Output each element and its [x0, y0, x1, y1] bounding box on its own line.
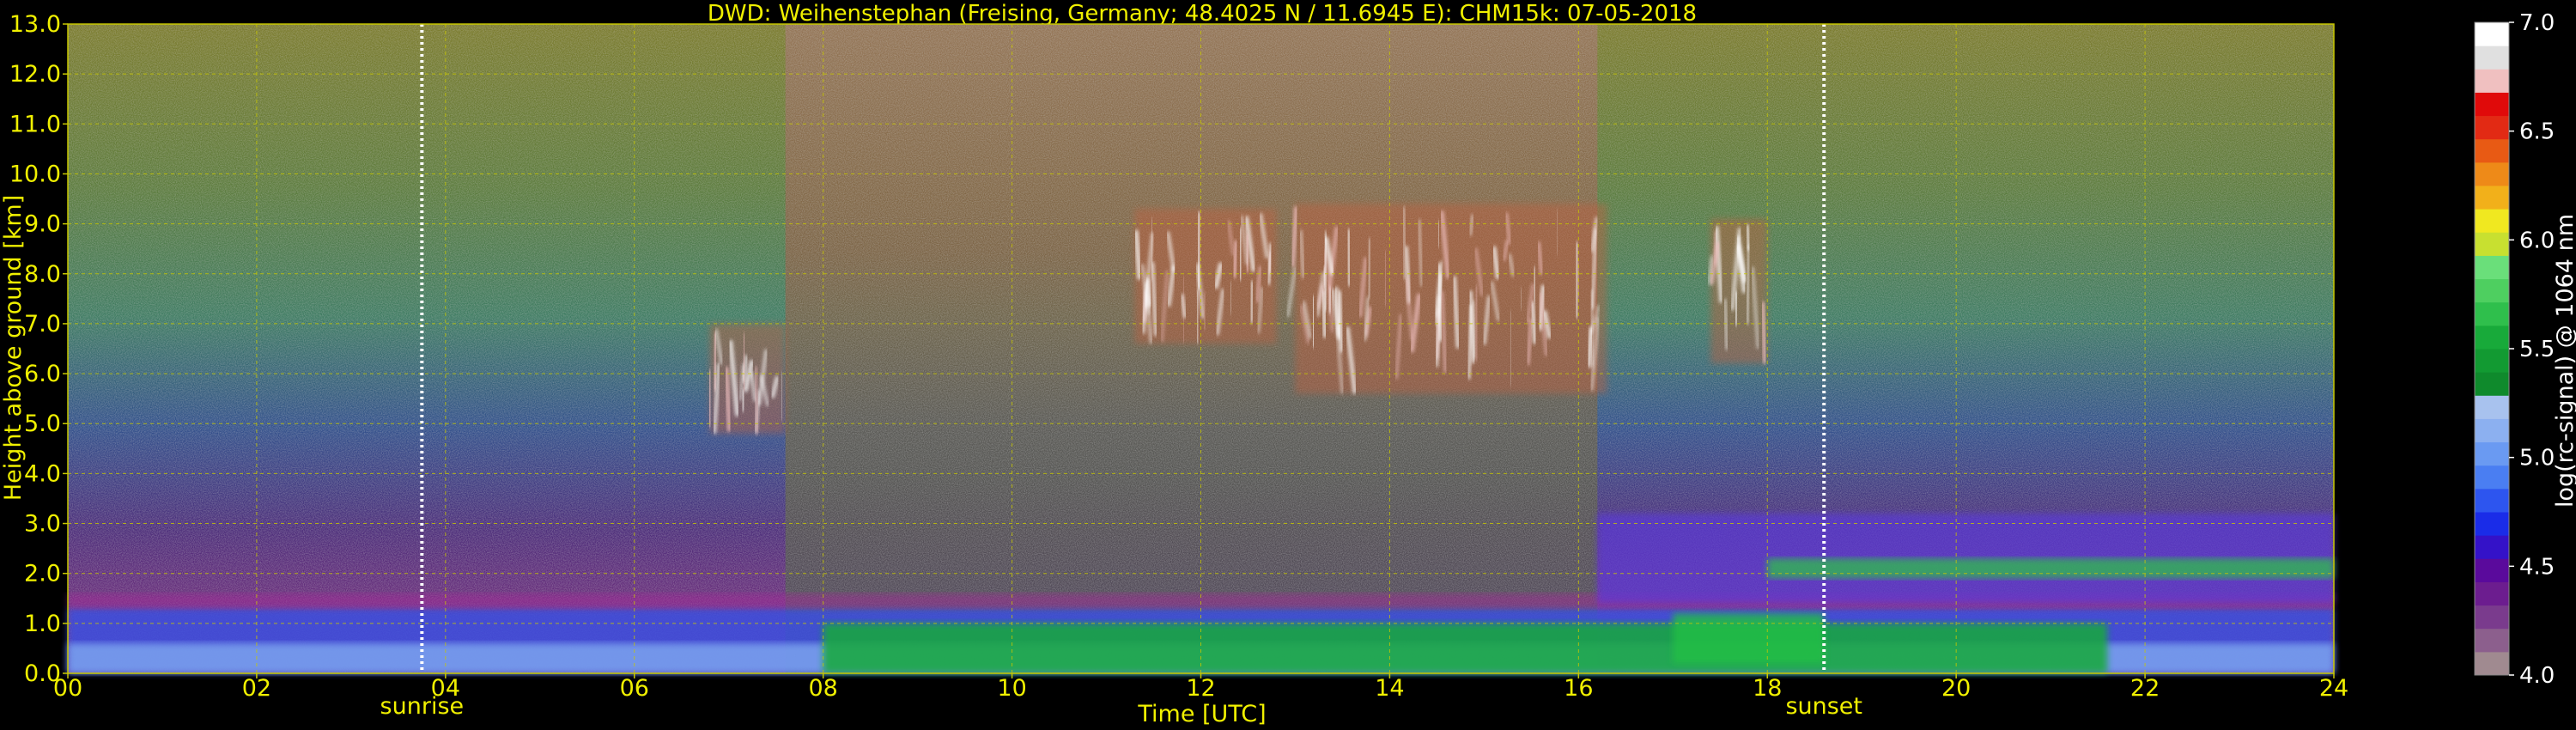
colorbar-segment: [2475, 325, 2509, 350]
x-tick-label: 06: [620, 675, 649, 702]
cloud-streak: [712, 332, 718, 391]
cloud-streak: [1323, 231, 1328, 312]
cloud: [707, 323, 786, 434]
x-tick-label: 08: [808, 675, 837, 702]
colorbar-ticks: 4.0 4.5 5.0 5.5 6.0 6.5 7.0: [2509, 10, 2555, 689]
y-tick-label: 0.0: [24, 660, 61, 687]
colorbar-segment: [2475, 441, 2509, 466]
colorbar-segment: [2475, 372, 2509, 396]
cloud-streak: [1231, 240, 1239, 278]
x-tick-label: 04: [431, 675, 460, 702]
colorbar-segment: [2475, 581, 2509, 606]
x-tick-label: 12: [1186, 675, 1215, 702]
colorbar-segment: [2475, 255, 2509, 280]
marker-label-sunset: sunset: [1785, 693, 1862, 720]
colorbar-segment: [2475, 115, 2509, 140]
colorbar-segment: [2475, 465, 2509, 490]
colorbar-segment: [2475, 651, 2509, 676]
cloud-streak: [1532, 266, 1537, 302]
y-tick-label: 11.0: [9, 111, 61, 137]
colorbar-segment: [2475, 349, 2509, 373]
ceilometer-figure: DWD: Weihenstephan (Freising, Germany; 4…: [0, 1, 2576, 727]
chart-title: DWD: Weihenstephan (Freising, Germany; 4…: [708, 1, 1697, 27]
colorbar-segment: [2475, 605, 2509, 630]
colorbar-segment: [2475, 161, 2509, 186]
boundary-layer-daytime-core: [823, 623, 2108, 673]
colorbar-segment: [2475, 69, 2509, 93]
y-tick-label: 8.0: [24, 261, 61, 288]
y-tick-label: 6.0: [24, 361, 61, 387]
colorbar-tick-label: 4.5: [2519, 554, 2555, 580]
y-tick-label: 5.0: [24, 411, 61, 437]
cloud-streak: [1249, 280, 1255, 324]
y-tick-label: 13.0: [9, 11, 61, 38]
x-tick-label: 22: [2130, 675, 2160, 702]
cloud-streak: [1196, 211, 1202, 289]
y-tick-label: 1.0: [24, 611, 61, 637]
colorbar-segment: [2475, 186, 2509, 210]
colorbar-tick-label: 5.5: [2519, 337, 2555, 362]
colorbar-segment: [2475, 558, 2509, 582]
cloud-streak: [707, 369, 713, 428]
cloud-streak: [740, 388, 746, 412]
y-tick-label: 3.0: [24, 511, 61, 538]
cloud-streak: [1474, 285, 1479, 362]
colorbar-tick-label: 6.0: [2519, 228, 2555, 253]
x-tick-label: 16: [1564, 675, 1593, 702]
y-axis-label: Height above ground [km]: [0, 195, 27, 501]
colorbar-label: log(rc-signal) @ 1064 nm: [2552, 214, 2576, 508]
colorbar-tick-label: 6.5: [2519, 119, 2555, 145]
colorbar-segment: [2475, 46, 2509, 70]
x-tick-label: 10: [997, 675, 1026, 702]
colorbar-segment: [2475, 488, 2509, 513]
cloud-streak: [1760, 301, 1768, 364]
x-tick-label: 18: [1753, 675, 1782, 702]
y-tick-label: 9.0: [24, 211, 61, 238]
colorbar: [2474, 21, 2510, 676]
cloud-halo: [1295, 204, 1607, 394]
cloud-streak: [1238, 228, 1243, 281]
cloud-streak: [1574, 241, 1580, 319]
cloud-streak: [1346, 228, 1352, 287]
elevated-layer-core: [1767, 558, 2334, 579]
colorbar-segment: [2475, 628, 2509, 653]
boundary-layer-evening-core: [1673, 613, 1825, 664]
x-tick-label: 14: [1375, 675, 1404, 702]
x-tick-label: 02: [242, 675, 271, 702]
cloud-streak: [1195, 289, 1200, 344]
colorbar-segment: [2475, 278, 2509, 303]
colorbar-segment: [2475, 209, 2509, 233]
colorbar-segment: [2475, 395, 2509, 419]
x-axis-label: Time [UTC]: [1137, 701, 1266, 727]
colorbar-segment: [2475, 418, 2509, 443]
cloud: [1707, 218, 1768, 364]
colorbar-tick-label: 7.0: [2519, 10, 2555, 36]
plot-area: sunrise sunset: [67, 23, 2335, 720]
colorbar-segment: [2475, 301, 2509, 326]
colorbar-segment: [2475, 22, 2509, 46]
colorbar-segment: [2475, 535, 2509, 559]
cloud-streak: [1745, 224, 1751, 251]
colorbar-segment: [2475, 92, 2509, 117]
y-tick-label: 12.0: [9, 61, 61, 88]
x-tick-label: 24: [2319, 675, 2348, 702]
cloud-streak: [1244, 234, 1250, 273]
colorbar-segment: [2475, 232, 2509, 256]
y-tick-label: 7.0: [24, 311, 61, 338]
y-tick-label: 4.0: [24, 460, 61, 487]
cloud: [1286, 204, 1607, 394]
y-tick-label: 10.0: [9, 161, 61, 187]
x-tick-label: 20: [1941, 675, 1971, 702]
cloud-streak: [1734, 291, 1739, 326]
colorbar-segment: [2475, 512, 2509, 536]
colorbar-segment: [2475, 138, 2509, 163]
colorbar-tick-label: 4.0: [2519, 663, 2555, 689]
cloud-streak: [1310, 295, 1316, 348]
y-tick-label: 2.0: [24, 561, 61, 587]
colorbar-tick-label: 5.0: [2519, 446, 2555, 471]
